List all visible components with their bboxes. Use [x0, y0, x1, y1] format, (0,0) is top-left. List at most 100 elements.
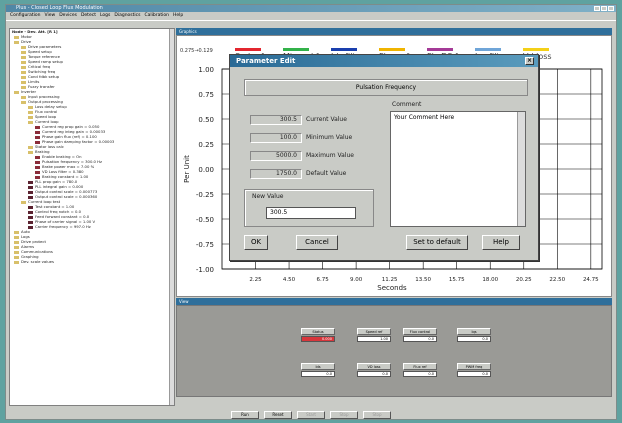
view-readout: Flux control 0.0: [403, 328, 437, 347]
dialog-close-icon[interactable]: ×: [525, 57, 534, 65]
x-tick-label: 20.25: [516, 277, 532, 283]
value-field: 1750.0: [250, 169, 302, 179]
legend-swatch: [283, 48, 309, 51]
toolbar: [6, 20, 616, 27]
menu-item-diagnostics[interactable]: Diagnostics: [114, 13, 140, 18]
tree-scrollbar[interactable]: [169, 29, 174, 405]
readout-label: PWM freq: [457, 363, 491, 370]
close-icon[interactable]: [608, 6, 614, 11]
menu-item-detect[interactable]: Detect: [81, 13, 96, 18]
y-tick-label: 1.00: [198, 66, 214, 74]
legend-swatch: [523, 48, 549, 51]
bottom-button-run[interactable]: Run: [231, 411, 259, 419]
view-readout: Speed ref 1.00: [357, 328, 391, 347]
comment-text: Your Comment Here: [394, 114, 455, 121]
bottom-button-bar: Run Reset Start Stop Stop: [6, 409, 616, 421]
readout-label: VD loss: [357, 363, 391, 370]
value-label: Current Value: [306, 116, 347, 123]
comment-scrollbar[interactable]: [517, 112, 525, 226]
readout-label: Flux control: [403, 328, 437, 335]
bottom-button-reset[interactable]: Reset: [264, 411, 292, 419]
y-axis-label: Per Unit: [183, 155, 191, 183]
corner-label: 0.275→0.129: [180, 48, 213, 54]
menu-item-calibration[interactable]: Calibration: [144, 13, 168, 18]
x-tick-label: 22.50: [549, 277, 565, 283]
y-tick-label: -1.00: [196, 266, 214, 274]
param-name-box: Pulsation Frequency: [244, 79, 528, 96]
x-tick-label: 4.50: [283, 277, 296, 283]
x-tick-label: 2.25: [249, 277, 262, 283]
parameter-edit-dialog: Parameter Edit × Pulsation Frequency 300…: [229, 54, 539, 261]
value-label: Default Value: [306, 170, 347, 177]
readout-value: 0.0: [457, 371, 491, 377]
view-readout: Flux ref 0.0: [403, 363, 437, 382]
x-tick-label: 15.75: [449, 277, 465, 283]
y-tick-label: 0.50: [198, 116, 214, 124]
set-to-default-button[interactable]: Set to default: [406, 235, 468, 250]
y-tick-label: -0.25: [196, 191, 214, 199]
x-tick-label: 24.75: [583, 277, 599, 283]
menu-bar: Configuration View Devices Detect Logs Diagno…: [6, 12, 616, 20]
tree-item-label: Dev. scale values: [21, 259, 54, 264]
x-tick-label: 18.00: [482, 277, 498, 283]
x-axis-label: Seconds: [377, 284, 407, 292]
menu-item-configuration[interactable]: Configuration: [10, 13, 41, 18]
bottom-button-stop[interactable]: Stop: [363, 411, 391, 419]
menu-item-view[interactable]: View: [45, 13, 56, 18]
readout-value: 0.000: [301, 336, 335, 342]
view-readout: PWM freq 0.0: [457, 363, 491, 382]
y-tick-label: -0.75: [196, 241, 214, 249]
readout-label: Iqs: [457, 328, 491, 335]
window-title: Plus - Closed Loop Flux Modulation: [16, 5, 103, 11]
value-field: 100.0: [250, 133, 302, 143]
comment-textarea[interactable]: Your Comment Here: [390, 111, 526, 227]
readout-value: 0.0: [301, 371, 335, 377]
x-tick-label: 13.50: [415, 277, 431, 283]
x-tick-label: 9.00: [350, 277, 363, 283]
view-readout: Iqs 0.0: [457, 328, 491, 347]
readout-label: Flux ref: [403, 363, 437, 370]
param-name: Pulsation Frequency: [355, 84, 417, 91]
menu-item-logs[interactable]: Logs: [100, 13, 110, 18]
menu-item-help[interactable]: Help: [173, 13, 183, 18]
legend-swatch: [379, 48, 405, 51]
legend-swatch: [235, 48, 261, 51]
y-tick-label: 0.75: [198, 91, 214, 99]
readout-value: 0.0: [357, 371, 391, 377]
new-value-input[interactable]: 300.5: [266, 207, 356, 219]
view-readout: Status 0.000: [301, 328, 335, 347]
view-readout: VD loss 0.0: [357, 363, 391, 382]
x-tick-label: 11.25: [382, 277, 398, 283]
value-field: 5000.0: [250, 151, 302, 161]
y-tick-label: 0.25: [198, 141, 214, 149]
parameter-tree[interactable]: Node - Dev. Att. [R 1] Motor Drive Drive p…: [9, 28, 175, 406]
minimize-icon[interactable]: [594, 6, 600, 11]
readout-value: 1.00: [357, 336, 391, 342]
cancel-button[interactable]: Cancel: [296, 235, 338, 250]
x-tick-label: 6.75: [316, 277, 329, 283]
dialog-title-bar: Parameter Edit ×: [230, 55, 538, 67]
readout-label: Status: [301, 328, 335, 335]
legend-swatch: [475, 48, 501, 51]
y-tick-label: -0.50: [196, 216, 214, 224]
view-panel: Status 0.000 Speed ref 1.00 Flux control 0.0 I…: [176, 305, 612, 397]
ok-button[interactable]: OK: [244, 235, 268, 250]
help-button[interactable]: Help: [482, 235, 520, 250]
comment-label: Comment: [392, 101, 422, 108]
readout-label: Speed ref: [357, 328, 391, 335]
view-readout: Ids 0.0: [301, 363, 335, 382]
graph-panel-title: Graphics: [176, 28, 612, 35]
readout-value: 0.0: [403, 371, 437, 377]
title-bar: Plus - Closed Loop Flux Modulation: [6, 5, 616, 12]
legend-swatch: [427, 48, 453, 51]
folder-icon: [14, 260, 19, 264]
view-panel-title: View: [176, 298, 612, 305]
menu-item-devices[interactable]: Devices: [59, 13, 77, 18]
tree-item[interactable]: Dev. scale values: [10, 259, 174, 264]
bottom-button-start[interactable]: Start: [297, 411, 325, 419]
readout-label: Ids: [301, 363, 335, 370]
value-label: Minimum Value: [306, 134, 353, 141]
maximize-icon[interactable]: [601, 6, 607, 11]
legend-swatch: [331, 48, 357, 51]
bottom-button-stop[interactable]: Stop: [330, 411, 358, 419]
